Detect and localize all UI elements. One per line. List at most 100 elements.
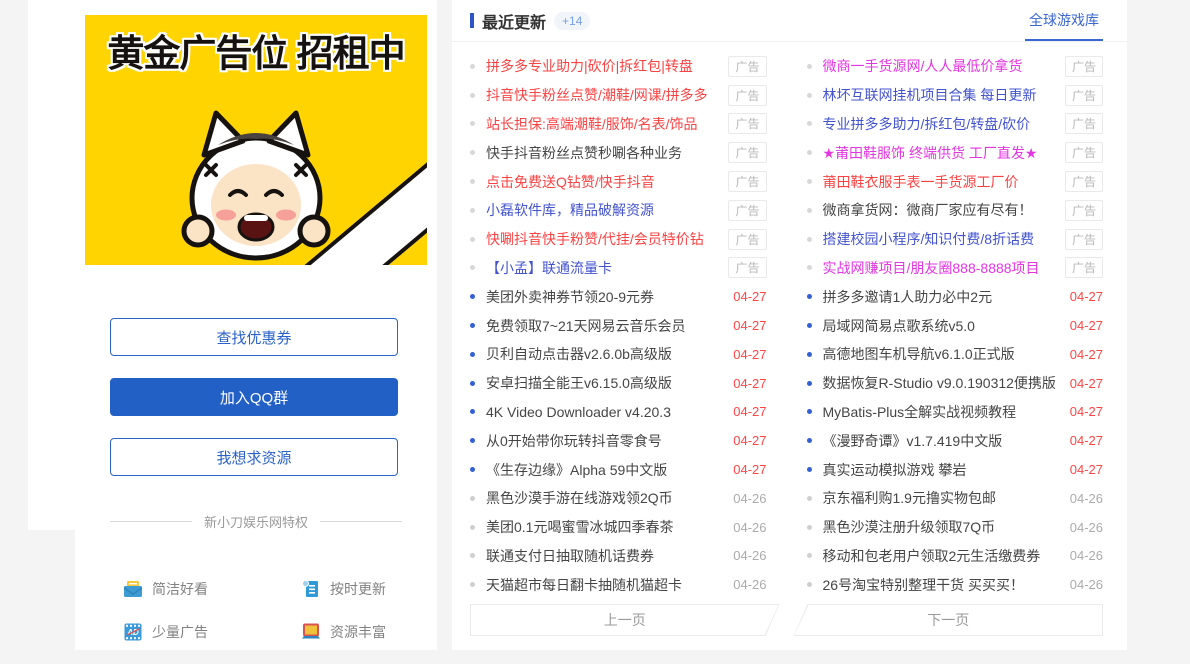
list-item[interactable]: 局域网简易点歌系统v5.004-27 [807,311,1104,340]
item-title[interactable]: MyBatis-Plus全解实战视频教程 [823,402,1017,422]
list-item[interactable]: 高德地图车机导航v6.1.0正式版04-27 [807,340,1104,369]
item-title[interactable]: 贝利自动点击器v2.6.0b高级版 [486,344,672,364]
item-title[interactable]: 黑色沙漠注册升级领取7Q币 [823,517,996,537]
list-item[interactable]: 《漫野奇谭》v1.7.419中文版04-27 [807,426,1104,455]
item-title[interactable]: 美团外卖神券节领20-9元券 [486,287,654,307]
item-title[interactable]: 《漫野奇谭》v1.7.419中文版 [823,431,1003,451]
item-title[interactable]: 美团0.1元喝蜜雪冰城四季春茶 [486,517,673,537]
ad-badge: 广告 [728,200,766,221]
item-title[interactable]: 搭建校园小程序/知识付费/8折话费 [823,229,1035,249]
prev-page-button[interactable]: 上一页 [470,604,780,636]
ad-banner[interactable]: 黄金广告位 招租中 [85,15,427,265]
item-title[interactable]: 专业拼多多助力/拆红包/转盘/砍价 [823,114,1031,134]
item-title[interactable]: 高德地图车机导航v6.1.0正式版 [823,344,1015,364]
list-item[interactable]: 【小孟】联通流量卡广告 [470,254,767,283]
sidebar-button-3[interactable]: 我想求资源 [110,438,398,476]
item-title[interactable]: 点击免费送Q钻赞/快手抖音 [486,172,655,192]
item-title[interactable]: ★莆田鞋服饰 终端供货 工厂直发★ [823,143,1038,163]
bullet-icon [470,438,475,443]
list-item[interactable]: 快唰抖音快手粉赞/代挂/会员特价钻广告 [470,225,767,254]
item-title[interactable]: 林坏互联网挂机项目合集 每日更新 [823,85,1037,105]
item-title[interactable]: 《生存边缘》Alpha 59中文版 [486,460,667,480]
list-item[interactable]: 黑色沙漠注册升级领取7Q币 04-26 [807,513,1104,542]
next-page-button[interactable]: 下一页 [794,604,1104,636]
item-title[interactable]: 拼多多邀请1人助力必中2元 [823,287,993,307]
list-item[interactable]: 免费领取7~21天网易云音乐会员04-27 [470,311,767,340]
sidebar-button-1[interactable]: 查找优惠券 [110,318,398,356]
bullet-icon [470,265,475,270]
item-title[interactable]: 黑色沙漠手游在线游戏领2Q币 [486,488,673,508]
list-item[interactable]: 拼多多专业助力|砍价|拆红包|转盘 广告 [470,52,767,81]
list-item[interactable]: 站长担保:高端潮鞋/服饰/名表/饰品广告 [470,110,767,139]
list-item[interactable]: 美团0.1元喝蜜雪冰城四季春茶04-26 [470,513,767,542]
list-item[interactable]: 《生存边缘》Alpha 59中文版 04-27 [470,455,767,484]
item-title[interactable]: 天猫超市每日翻卡抽随机猫超卡 [486,575,682,595]
list-item[interactable]: 美团外卖神券节领20-9元券04-27 [470,282,767,311]
item-title[interactable]: 从0开始带你玩转抖音零食号 [486,431,662,451]
list-item[interactable]: ★莆田鞋服饰 终端供货 工厂直发★ 广告 [807,138,1104,167]
list-item[interactable]: 专业拼多多助力/拆红包/转盘/砍价广告 [807,110,1104,139]
item-title[interactable]: 微商一手货源网/人人最低价拿货 [823,56,1023,76]
list-item[interactable]: 京东福利购1.9元撸实物包邮04-26 [807,484,1104,513]
item-title[interactable]: 数据恢复R-Studio v9.0.190312便携版 [823,373,1056,393]
tab-global-game-library[interactable]: 全球游戏库 [1025,0,1103,41]
item-date: 04-26 [1070,548,1103,563]
item-title[interactable]: 快手抖音粉丝点赞秒唰各种业务 [486,143,682,163]
item-date: 04-26 [1070,520,1103,535]
list-item[interactable]: 真实运动模拟游戏 攀岩04-27 [807,455,1104,484]
list-item[interactable]: 天猫超市每日翻卡抽随机猫超卡04-26 [470,570,767,599]
item-title[interactable]: 拼多多专业助力|砍价|拆红包|转盘 [486,56,693,76]
item-title[interactable]: 小磊软件库，精品破解资源 [486,200,654,220]
list-item[interactable]: 移动和包老用户领取2元生活缴费券 04-26 [807,542,1104,571]
list-item[interactable]: 数据恢复R-Studio v9.0.190312便携版04-27 [807,369,1104,398]
bullet-icon [807,294,812,299]
list-item[interactable]: 抖音快手粉丝点赞/潮鞋/网课/拼多多广告 [470,81,767,110]
list-item[interactable]: 联通支付日抽取随机话费券04-26 [470,542,767,571]
item-title[interactable]: 免费领取7~21天网易云音乐会员 [486,316,686,336]
item-title[interactable]: 快唰抖音快手粉赞/代挂/会员特价钻 [486,229,704,249]
list-item[interactable]: 快手抖音粉丝点赞秒唰各种业务 广告 [470,138,767,167]
ad-badge: 广告 [728,56,766,77]
list-item[interactable]: 微商一手货源网/人人最低价拿货广告 [807,52,1104,81]
laptop-icon [301,622,321,642]
item-date: 04-27 [733,462,766,477]
main-header: 最近更新 +14 全球游戏库 [452,0,1127,42]
item-title[interactable]: 【小孟】联通流量卡 [486,258,612,278]
list-item[interactable]: 贝利自动点击器v2.6.0b高级版04-27 [470,340,767,369]
list-item[interactable]: 从0开始带你玩转抖音零食号 04-27 [470,426,767,455]
list-item[interactable]: 小磊软件库，精品破解资源 广告 [470,196,767,225]
list-item[interactable]: 莆田鞋衣服手表一手货源工厂价广告 [807,167,1104,196]
item-title[interactable]: 安卓扫描全能王v6.15.0高级版 [486,373,672,393]
list-item[interactable]: 26号淘宝特别整理干货 买买买！04-26 [807,570,1104,599]
ad-badge: 广告 [1065,142,1103,163]
item-title[interactable]: 移动和包老用户领取2元生活缴费券 [823,546,1041,566]
list-item[interactable]: 拼多多邀请1人助力必中2元04-27 [807,282,1104,311]
bullet-icon [470,323,475,328]
item-title[interactable]: 微商拿货网：微商厂家应有尽有！ [823,200,1033,220]
bullet-icon [807,438,812,443]
item-date: 04-27 [733,376,766,391]
list-item[interactable]: 安卓扫描全能王v6.15.0高级版 04-27 [470,369,767,398]
list-item[interactable]: 黑色沙漠手游在线游戏领2Q币04-26 [470,484,767,513]
list-item[interactable]: 实战网赚项目/朋友圈888-8888项目广告 [807,254,1104,283]
item-title[interactable]: 站长担保:高端潮鞋/服饰/名表/饰品 [486,114,698,134]
item-title[interactable]: 莆田鞋衣服手表一手货源工厂价 [823,172,1019,192]
item-title[interactable]: 真实运动模拟游戏 攀岩 [823,460,967,480]
sidebar-button-2[interactable]: 加入QQ群 [110,378,398,416]
list-item[interactable]: 微商拿货网：微商厂家应有尽有！广告 [807,196,1104,225]
list-item[interactable]: 点击免费送Q钻赞/快手抖音广告 [470,167,767,196]
item-title[interactable]: 京东福利购1.9元撸实物包邮 [823,488,996,508]
list-item[interactable]: 4K Video Downloader v4.20.304-27 [470,398,767,427]
item-title[interactable]: 实战网赚项目/朋友圈888-8888项目 [823,258,1040,278]
list-item[interactable]: 林坏互联网挂机项目合集 每日更新广告 [807,81,1104,110]
list-item[interactable]: 搭建校园小程序/知识付费/8折话费广告 [807,225,1104,254]
bullet-icon [470,409,475,414]
item-title[interactable]: 26号淘宝特别整理干货 买买买！ [823,575,1024,595]
item-date: 04-27 [733,433,766,448]
item-title[interactable]: 联通支付日抽取随机话费券 [486,546,654,566]
list-item[interactable]: MyBatis-Plus全解实战视频教程04-27 [807,398,1104,427]
item-title[interactable]: 局域网简易点歌系统v5.0 [823,316,975,336]
ad-badge: 广告 [728,142,766,163]
item-title[interactable]: 抖音快手粉丝点赞/潮鞋/网课/拼多多 [486,85,708,105]
item-title[interactable]: 4K Video Downloader v4.20.3 [486,404,671,420]
